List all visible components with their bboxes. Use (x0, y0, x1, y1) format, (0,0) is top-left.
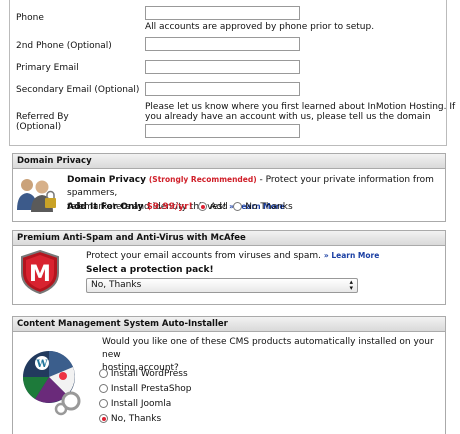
primary-email-field[interactable] (145, 60, 300, 74)
antispam-title: Premium Anti-Spam and Anti-Virus with Mc… (13, 231, 445, 246)
cms-options: Install WordPress Install PrestaShop Ins… (99, 367, 192, 427)
privacy-no-thanks-label: No Thanks (245, 202, 293, 212)
referred-label: Referred By (Optional) (16, 112, 69, 132)
domain-privacy-title: Domain Privacy (13, 154, 445, 169)
protection-pack-label: Select a protection pack! (86, 265, 214, 275)
select-arrows-icon: ▴ ▾ (349, 278, 353, 292)
cms-radio-joomla[interactable] (99, 399, 108, 408)
phone-label: Phone (16, 13, 44, 23)
antispam-learn-more-link[interactable]: » Learn More (324, 251, 379, 260)
cms-title: Content Management System Auto-Installer (13, 317, 445, 332)
domain-privacy-price-row: Add It For Only $9.99/yr! Add No Thanks (67, 201, 293, 213)
cms-option-joomla[interactable]: Install Joomla (99, 397, 192, 412)
protection-pack-select[interactable]: No, Thanks ▴ ▾ (86, 278, 358, 293)
referred-by-field[interactable] (145, 124, 300, 138)
recommended-badge: (Strongly Recommended) (148, 175, 257, 184)
privacy-add-radio[interactable] (198, 202, 208, 211)
domain-privacy-name: Domain Privacy (67, 175, 146, 185)
cms-option-wordpress[interactable]: Install WordPress (99, 367, 192, 382)
cms-wheel-icon: W (21, 345, 85, 417)
primary-email-label: Primary Email (16, 63, 79, 73)
phone2-field[interactable] (145, 37, 300, 51)
price-label: Add It For Only (67, 202, 147, 212)
mcafee-shield-icon: M (18, 249, 62, 295)
phone-note: All accounts are approved by phone prior… (145, 22, 375, 32)
privacy-add-label: Add (210, 202, 228, 212)
phone-field[interactable] (145, 6, 300, 20)
privacy-no-thanks-radio[interactable] (233, 202, 243, 211)
price-value: $9.99/yr! (146, 202, 193, 212)
privacy-users-icon (15, 176, 61, 212)
cms-radio-wordpress[interactable] (99, 369, 108, 378)
cms-radio-prestashop[interactable] (99, 384, 108, 393)
domain-privacy-panel: Domain Privacy Domain Privacy (Strongly … (12, 153, 446, 222)
cms-option-prestashop[interactable]: Install PrestaShop (99, 382, 192, 397)
antispam-panel: Premium Anti-Spam and Anti-Virus with Mc… (12, 230, 446, 305)
antispam-desc-row: Protect your email accounts from viruses… (86, 251, 379, 261)
cms-radio-no-thanks[interactable] (99, 414, 108, 423)
cms-option-no-thanks[interactable]: No, Thanks (99, 412, 192, 427)
protection-pack-value: No, Thanks (91, 280, 142, 290)
cms-panel: Content Management System Auto-Installer… (12, 316, 446, 434)
svg-text:M: M (29, 262, 51, 287)
secondary-email-label: Secondary Email (Optional) (16, 85, 140, 95)
svg-text:W: W (35, 359, 48, 370)
phone2-label: 2nd Phone (Optional) (16, 41, 112, 51)
antispam-desc: Protect your email accounts from viruses… (86, 251, 322, 261)
secondary-email-field[interactable] (145, 82, 300, 96)
